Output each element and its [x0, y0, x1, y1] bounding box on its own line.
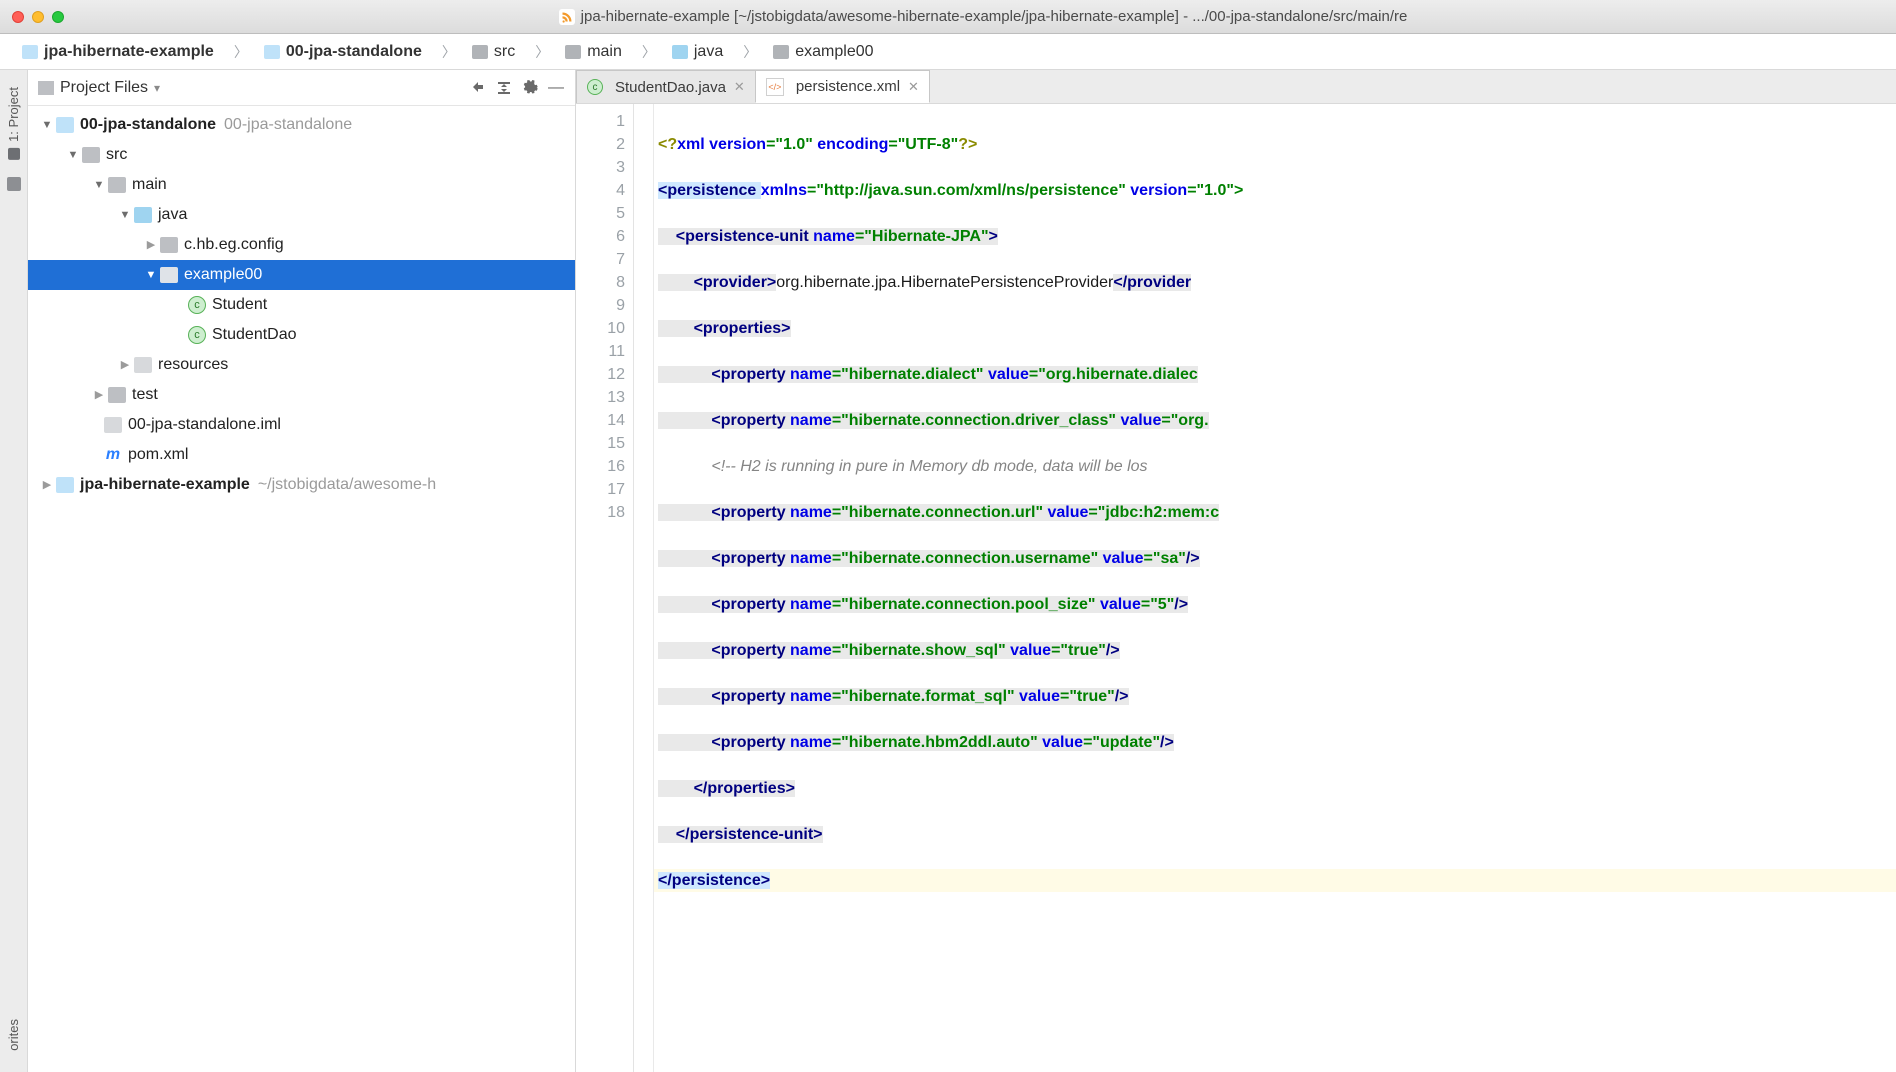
- project-tree[interactable]: ▼00-jpa-standalone00-jpa-standalone ▼src…: [28, 106, 575, 1072]
- source-folder-icon: [672, 45, 688, 59]
- folder-icon: [108, 387, 126, 403]
- class-icon: c: [188, 296, 206, 314]
- navigation-bar: jpa-hibernate-example 00-jpa-standalone …: [0, 34, 1896, 70]
- module-icon: [264, 45, 280, 59]
- fold-gutter[interactable]: [634, 104, 654, 1072]
- package-icon: [773, 45, 789, 59]
- window-titlebar: jpa-hibernate-example [~/jstobigdata/awe…: [0, 0, 1896, 34]
- folder-icon: [565, 45, 581, 59]
- tool-tab-label: 1: Project: [6, 87, 21, 142]
- close-window-icon[interactable]: [12, 11, 24, 23]
- maven-icon: m: [104, 446, 122, 464]
- tree-label: pom.xml: [128, 440, 188, 470]
- folder-icon: [82, 147, 100, 163]
- tree-label: 00-jpa-standalone: [80, 110, 216, 140]
- files-icon: [38, 81, 54, 95]
- tree-node-src[interactable]: ▼src: [28, 140, 575, 170]
- package-icon: [160, 237, 178, 253]
- tree-path: ~/jstobigdata/awesome-h: [258, 470, 436, 500]
- breadcrumb-label: jpa-hibernate-example: [44, 43, 214, 61]
- tree-label: Student: [212, 290, 267, 320]
- tree-node-java[interactable]: ▼java: [28, 200, 575, 230]
- tree-node-package-selected[interactable]: ▼example00: [28, 260, 575, 290]
- project-header: Project Files ▾ —: [28, 70, 575, 106]
- project-tool-window: Project Files ▾ — ▼00-jpa-standalone00-j…: [28, 70, 576, 1072]
- scroll-from-source-icon[interactable]: [469, 79, 487, 97]
- file-icon: [104, 417, 122, 433]
- code-text[interactable]: <?xml version="1.0" encoding="UTF-8"?> <…: [654, 104, 1896, 1072]
- stripe-icon: [7, 177, 21, 191]
- gear-icon[interactable]: [521, 79, 539, 97]
- tree-label: StudentDao: [212, 320, 297, 350]
- breadcrumb-label: 00-jpa-standalone: [286, 43, 422, 61]
- breadcrumb-item[interactable]: 00-jpa-standalone: [224, 34, 432, 69]
- module-icon: [56, 117, 74, 133]
- breadcrumb-item[interactable]: main: [525, 34, 632, 69]
- tool-tab-favorites[interactable]: orites: [1, 1010, 26, 1060]
- tree-node-module[interactable]: ▼00-jpa-standalone00-jpa-standalone: [28, 110, 575, 140]
- close-tab-icon[interactable]: ✕: [734, 79, 745, 95]
- editor-tabs: c StudentDao.java ✕ </> persistence.xml …: [576, 70, 1896, 104]
- tree-node-module[interactable]: ▶jpa-hibernate-example~/jstobigdata/awes…: [28, 470, 575, 500]
- window-title-text: jpa-hibernate-example [~/jstobigdata/awe…: [581, 8, 1408, 25]
- tree-label: c.hb.eg.config: [184, 230, 284, 260]
- tree-label: java: [158, 200, 187, 230]
- chevron-down-icon: ▾: [154, 81, 160, 95]
- project-view-selector[interactable]: Project Files ▾: [38, 79, 160, 97]
- tree-path: 00-jpa-standalone: [224, 110, 352, 140]
- tree-node-class[interactable]: c Student: [28, 290, 575, 320]
- close-tab-icon[interactable]: ✕: [908, 79, 919, 95]
- tree-label: src: [106, 140, 127, 170]
- tree-label: main: [132, 170, 167, 200]
- breadcrumb-label: example00: [795, 43, 873, 61]
- tree-node-main[interactable]: ▼main: [28, 170, 575, 200]
- tool-tab-project[interactable]: 1: Project: [1, 78, 26, 169]
- minimize-window-icon[interactable]: [32, 11, 44, 23]
- window-title: jpa-hibernate-example [~/jstobigdata/awe…: [82, 8, 1884, 25]
- left-stripe: 1: Project orites: [0, 70, 28, 1072]
- line-number-gutter: 123456789101112131415161718: [576, 104, 634, 1072]
- folder-icon: [472, 45, 488, 59]
- zoom-window-icon[interactable]: [52, 11, 64, 23]
- breadcrumb-item[interactable]: example00: [733, 34, 883, 69]
- breadcrumb-label: java: [694, 43, 723, 61]
- breadcrumb-label: src: [494, 43, 515, 61]
- rss-icon: [559, 9, 575, 25]
- tree-node-pom[interactable]: m pom.xml: [28, 440, 575, 470]
- tree-node-file[interactable]: 00-jpa-standalone.iml: [28, 410, 575, 440]
- tree-label: jpa-hibernate-example: [80, 470, 250, 500]
- project-icon: [8, 148, 20, 160]
- window-controls: [12, 11, 64, 23]
- tree-label: test: [132, 380, 158, 410]
- collapse-all-icon[interactable]: [495, 79, 513, 97]
- breadcrumb-item[interactable]: java: [632, 34, 733, 69]
- editor-area: c StudentDao.java ✕ </> persistence.xml …: [576, 70, 1896, 1072]
- tab-label: persistence.xml: [796, 78, 900, 95]
- module-icon: [22, 45, 38, 59]
- breadcrumb-item[interactable]: src: [432, 34, 525, 69]
- editor-tab[interactable]: c StudentDao.java ✕: [576, 70, 756, 103]
- module-icon: [56, 477, 74, 493]
- resources-icon: [134, 357, 152, 373]
- source-folder-icon: [134, 207, 152, 223]
- breadcrumb-item[interactable]: jpa-hibernate-example: [12, 34, 224, 69]
- tree-label: example00: [184, 260, 262, 290]
- tree-node-class[interactable]: c StudentDao: [28, 320, 575, 350]
- class-icon: c: [188, 326, 206, 344]
- tab-label: StudentDao.java: [615, 79, 726, 96]
- hide-icon[interactable]: —: [547, 79, 565, 97]
- xml-icon: </>: [766, 78, 784, 96]
- tree-label: resources: [158, 350, 228, 380]
- tree-node-test[interactable]: ▶test: [28, 380, 575, 410]
- project-view-label: Project Files: [60, 79, 148, 97]
- tree-node-package[interactable]: ▶c.hb.eg.config: [28, 230, 575, 260]
- class-icon: c: [587, 79, 603, 95]
- folder-icon: [108, 177, 126, 193]
- package-icon: [160, 267, 178, 283]
- tree-node-resources[interactable]: ▶resources: [28, 350, 575, 380]
- tree-label: 00-jpa-standalone.iml: [128, 410, 281, 440]
- code-area[interactable]: 123456789101112131415161718 <?xml versio…: [576, 104, 1896, 1072]
- editor-tab-active[interactable]: </> persistence.xml ✕: [755, 70, 930, 103]
- breadcrumb-label: main: [587, 43, 622, 61]
